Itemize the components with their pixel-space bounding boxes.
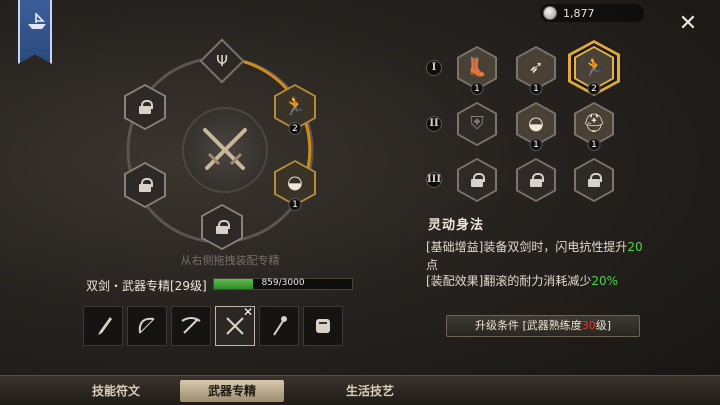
runner-skill-icon: 🏃 bbox=[283, 96, 307, 117]
skill-level-badge: 2 bbox=[288, 122, 302, 135]
drag-hint: 从右侧拖拽装配专精 bbox=[180, 254, 280, 267]
skill-node-helmet[interactable]: ⛑ 1 bbox=[574, 102, 614, 151]
wheel-slot-bottom[interactable] bbox=[201, 204, 243, 250]
bow-icon bbox=[138, 317, 155, 334]
weapon-slot-dual-swords[interactable]: ✕ bbox=[215, 305, 255, 346]
roll-skill-icon: ◒ bbox=[528, 113, 544, 134]
skill-node-roll[interactable]: ◒ 1 bbox=[516, 102, 556, 151]
ship-icon bbox=[28, 13, 46, 29]
tier-1-marker: I bbox=[426, 60, 442, 76]
weapon-selector: ✕ bbox=[83, 305, 343, 346]
wheel-slot-right-upper[interactable]: 🏃 2 bbox=[274, 84, 316, 135]
lock-icon bbox=[139, 100, 153, 114]
lock-icon bbox=[139, 178, 153, 192]
skill-level-badge: 2 bbox=[587, 82, 601, 95]
tier-3-marker: III bbox=[426, 172, 442, 188]
weapon-slot-bow[interactable] bbox=[127, 306, 167, 346]
mastery-xp-bar: 859/3000 bbox=[213, 278, 353, 290]
mastery-label: 双剑・武器专精[29级] bbox=[86, 279, 207, 293]
skill-node-runner[interactable]: 🏃 2 bbox=[568, 40, 620, 96]
skill-node-locked[interactable] bbox=[516, 158, 556, 202]
upgrade-requirement-button[interactable]: 升级条件 [武器熟练度30级] bbox=[446, 315, 640, 337]
skill-level-badge: 1 bbox=[529, 138, 543, 151]
skill-level-badge: 1 bbox=[529, 82, 543, 95]
crossed-swords-icon bbox=[203, 128, 247, 170]
boot-skill-icon: 👢 bbox=[465, 57, 489, 78]
lock-icon bbox=[530, 173, 544, 187]
xp-text: 859/3000 bbox=[261, 278, 305, 288]
skill-base-bonus: [基础增益]装备双剑时，闪电抗性提升20 点 bbox=[426, 240, 643, 272]
skill-level-badge: 1 bbox=[288, 198, 302, 211]
tab-life-skills[interactable]: 生活技艺 bbox=[318, 380, 422, 402]
close-button[interactable]: ✕ bbox=[676, 12, 700, 36]
weapon-slot-gauntlet[interactable] bbox=[303, 306, 343, 346]
skill-node-dash[interactable]: ➶ 1 bbox=[516, 46, 556, 95]
gauntlet-icon bbox=[316, 319, 330, 333]
weapon-slot-crossbow[interactable] bbox=[171, 306, 211, 346]
dash-skill-icon: ➶ bbox=[528, 57, 544, 78]
shield-skill-icon: ⛨ bbox=[470, 113, 484, 134]
silver-coin-icon bbox=[543, 6, 557, 20]
wheel-slot-left[interactable] bbox=[124, 162, 166, 208]
lock-icon bbox=[216, 220, 230, 234]
bottom-tab-bar: 技能符文 武器专精 生活技艺 bbox=[0, 375, 720, 405]
guild-banner[interactable] bbox=[18, 0, 52, 64]
lock-icon bbox=[471, 173, 485, 187]
torch-icon bbox=[273, 316, 287, 336]
crossed-swords-emblem bbox=[182, 107, 268, 193]
roll-skill-icon: ◒ bbox=[287, 172, 303, 193]
skill-level-badge: 1 bbox=[470, 82, 484, 95]
close-icon: ✕ bbox=[678, 11, 698, 36]
currency-display: 1,877 bbox=[540, 4, 644, 22]
equipped-mark-icon: ✕ bbox=[242, 305, 253, 319]
tab-weapon-mastery[interactable]: 武器专精 bbox=[180, 380, 284, 402]
weapon-slot-torch[interactable] bbox=[259, 306, 299, 346]
crossbow-icon bbox=[181, 317, 201, 334]
skill-node-locked[interactable] bbox=[574, 158, 614, 202]
skill-node-boot[interactable]: 👢 1 bbox=[457, 46, 497, 95]
tier-2-marker: II bbox=[426, 116, 442, 132]
currency-amount: 1,877 bbox=[563, 6, 595, 20]
dagger-icon bbox=[98, 317, 112, 335]
skill-node-shield[interactable]: ⛨ bbox=[457, 102, 497, 146]
wheel-slot-right-lower[interactable]: ◒ 1 bbox=[274, 160, 316, 211]
wheel-slot-top-left[interactable] bbox=[124, 84, 166, 130]
skill-node-locked[interactable] bbox=[457, 158, 497, 202]
skill-equip-effect: [装配效果]翻滚的耐力消耗减少20% bbox=[426, 274, 619, 288]
lock-icon bbox=[588, 173, 602, 187]
tab-skill-runes[interactable]: 技能符文 bbox=[64, 380, 168, 402]
weapon-slot-dagger[interactable] bbox=[83, 306, 123, 346]
skill-level-badge: 1 bbox=[587, 138, 601, 151]
helmet-skill-icon: ⛑ bbox=[582, 113, 606, 134]
runner-skill-icon: 🏃 bbox=[582, 57, 606, 78]
skill-title: 灵动身法 bbox=[428, 218, 485, 233]
